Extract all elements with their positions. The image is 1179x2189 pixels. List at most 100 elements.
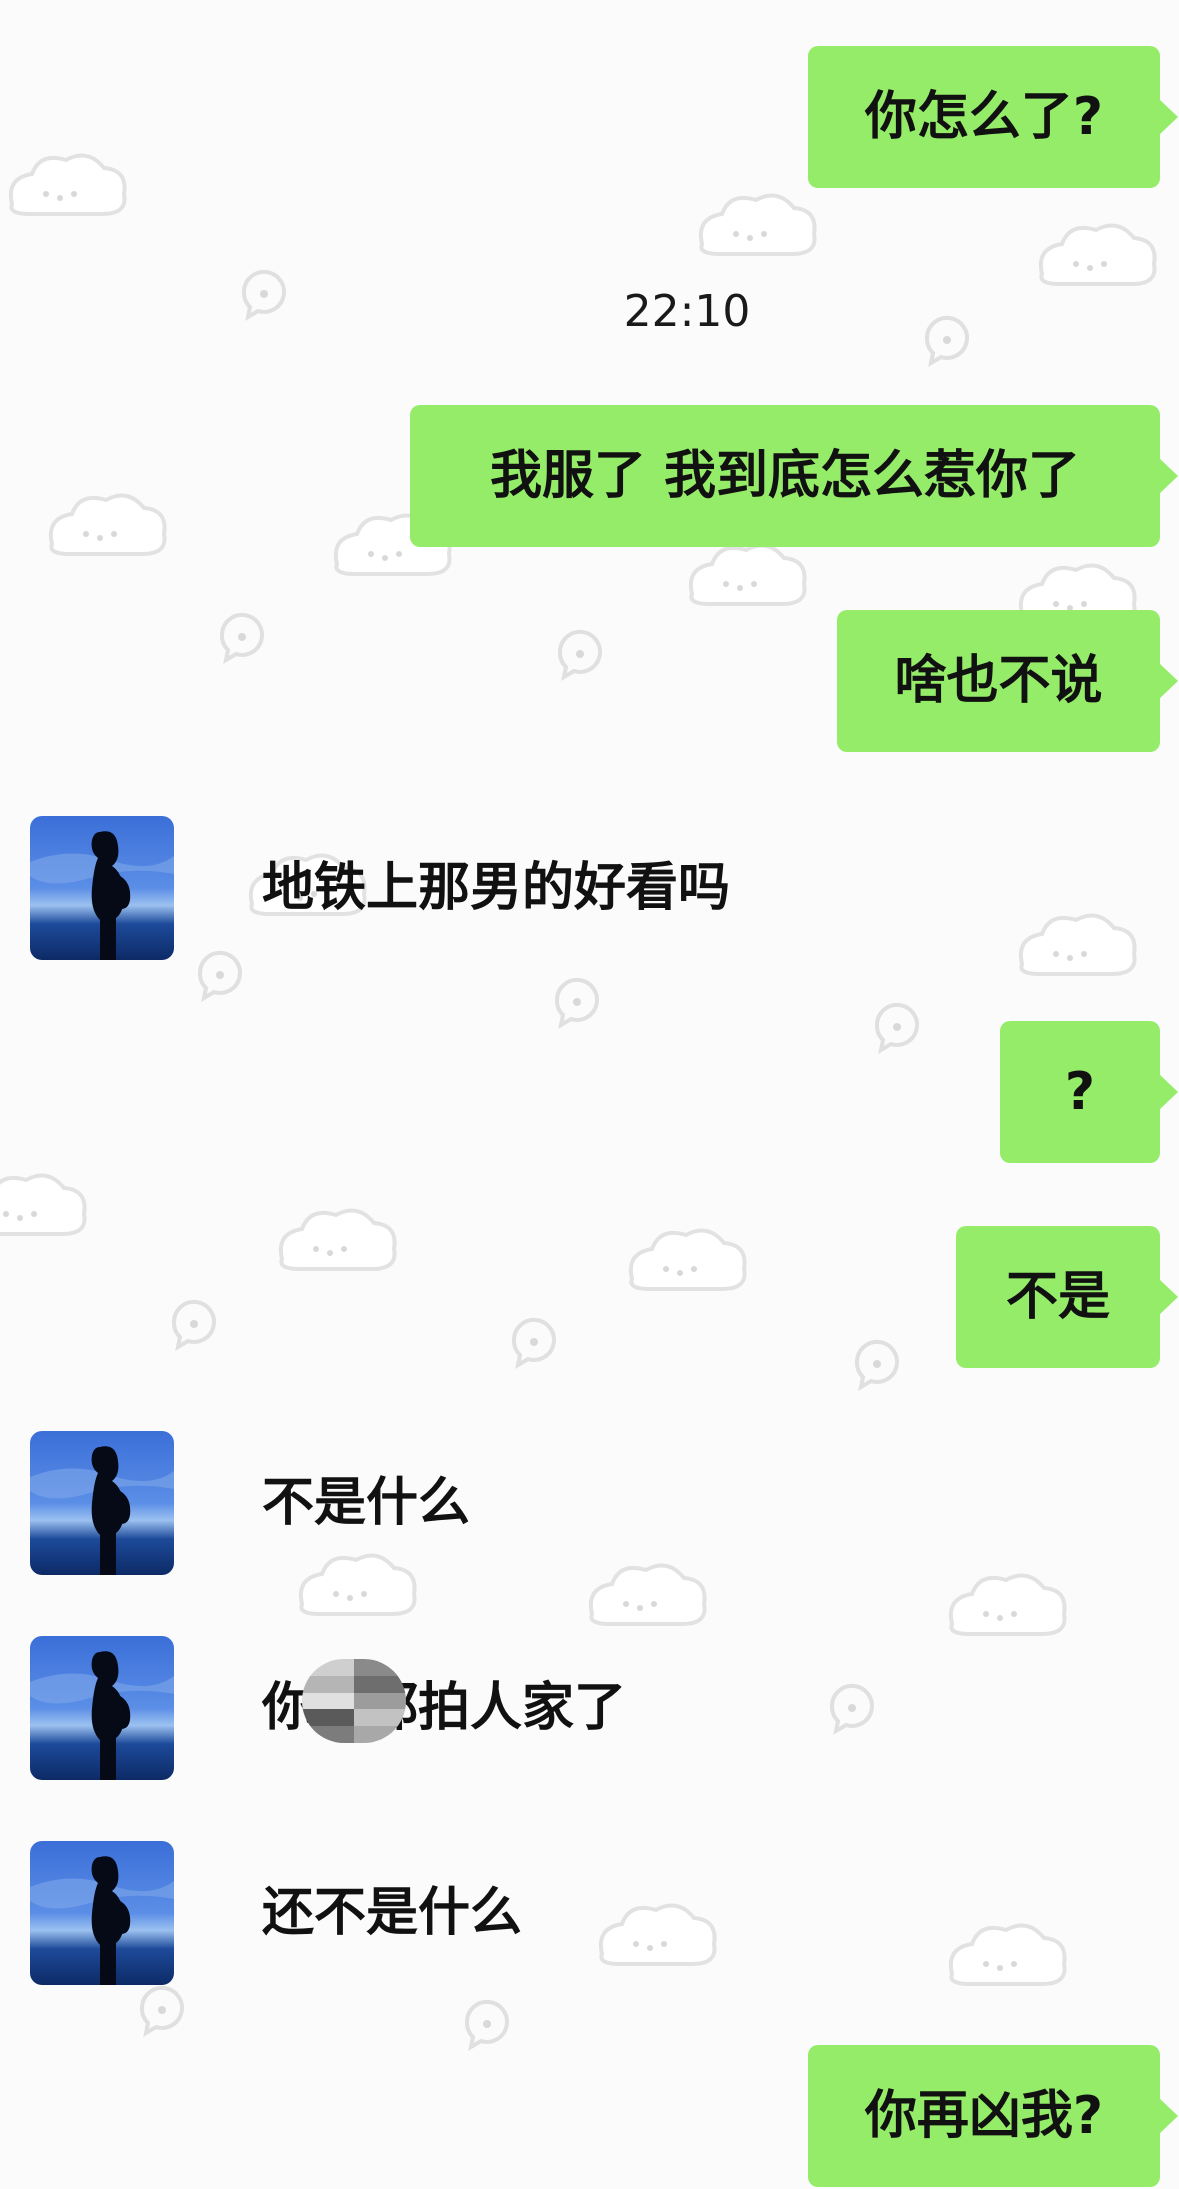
incoming-message-text[interactable]: 还不是什么 xyxy=(262,1887,522,1939)
message-text: 我服了 我到底怎么惹你了 xyxy=(489,446,1081,506)
cloud-doodle-icon xyxy=(49,493,167,556)
cloud-face-dot xyxy=(623,1601,629,1607)
cloud-doodle-icon xyxy=(279,1208,397,1271)
cloud-face-dot xyxy=(83,531,89,537)
mosaic-tile xyxy=(354,1675,372,1693)
blob-face-dot xyxy=(848,1704,856,1712)
outgoing-message-bubble[interactable]: 我服了 我到底怎么惹你了 xyxy=(410,405,1178,547)
mosaic-blur-icon xyxy=(302,1659,406,1743)
cloud-face-dot xyxy=(97,535,103,541)
cloud-face-dot xyxy=(341,1246,347,1252)
silhouette-avatar-icon xyxy=(30,1841,174,1985)
cloud-face-dot xyxy=(1011,1611,1017,1617)
cloud-face-dot xyxy=(1101,261,1107,267)
cloud-face-dot xyxy=(663,1266,669,1272)
cloud-face-dot xyxy=(43,191,49,197)
cloud-doodle-icon xyxy=(629,1228,747,1291)
incoming-message-text[interactable]: 地铁上那男的好看吗 xyxy=(262,862,730,914)
cloud-face-dot xyxy=(1067,955,1073,961)
blob-face-dot xyxy=(530,1338,538,1346)
cloud-doodle-icon xyxy=(299,1553,417,1616)
cloud-face-dot xyxy=(723,581,729,587)
contact-avatar[interactable] xyxy=(30,816,174,960)
timestamp-text: 22:10 xyxy=(623,286,751,337)
mosaic-tile xyxy=(336,1675,354,1693)
outgoing-message-bubble[interactable]: 不是 xyxy=(956,1226,1178,1368)
outgoing-message-bubble[interactable]: 你怎么了? xyxy=(808,46,1178,188)
cloud-face-dot xyxy=(333,1591,339,1597)
cloud-face-dot xyxy=(637,1605,643,1611)
blob-face-dot xyxy=(483,2020,491,2028)
cloud-face-dot xyxy=(747,235,753,241)
cloud-doodle-icon xyxy=(0,1173,87,1236)
cloud-face-dot xyxy=(997,1965,1003,1971)
message-text: 你再凶我? xyxy=(864,2086,1104,2146)
cloud-face-dot xyxy=(751,581,757,587)
cloud-face-dot xyxy=(327,1250,333,1256)
cloud-doodle-icon xyxy=(689,543,807,606)
blob-face-dot xyxy=(576,650,584,658)
mosaic-tile xyxy=(371,1709,389,1727)
cloud-face-dot xyxy=(647,1945,653,1951)
cloud-face-dot xyxy=(1081,951,1087,957)
mosaic-tile xyxy=(354,1726,372,1743)
cloud-doodle-icon xyxy=(599,1903,717,1966)
cloud-doodle-icon xyxy=(1039,223,1157,286)
outgoing-message-bubble[interactable]: ? xyxy=(1000,1021,1178,1163)
cloud-doodle-icon xyxy=(949,1923,1067,1986)
mosaic-tile xyxy=(302,1692,320,1710)
cloud-face-dot xyxy=(1081,601,1087,607)
cloud-face-dot xyxy=(396,551,402,557)
blob-face-dot xyxy=(158,2006,166,2014)
cloud-face-dot xyxy=(368,551,374,557)
mosaic-tile xyxy=(336,1726,354,1743)
cloud-face-dot xyxy=(1053,951,1059,957)
cloud-face-dot xyxy=(361,1591,367,1597)
contact-avatar[interactable] xyxy=(30,1841,174,1985)
contact-avatar[interactable] xyxy=(30,1431,174,1575)
message-text: 你怎么了? xyxy=(864,87,1104,147)
cloud-face-dot xyxy=(761,231,767,237)
mosaic-tile xyxy=(354,1709,372,1727)
cloud-face-dot xyxy=(633,1941,639,1947)
mosaic-tile xyxy=(319,1675,337,1693)
mosaic-tile xyxy=(354,1692,372,1710)
cloud-face-dot xyxy=(1073,261,1079,267)
cloud-face-dot xyxy=(1087,265,1093,271)
silhouette-avatar-icon xyxy=(30,1636,174,1780)
outgoing-message-bubble[interactable]: 啥也不说 xyxy=(837,610,1178,752)
chat-timestamp: 22:10 xyxy=(0,286,1179,337)
cloud-face-dot xyxy=(1011,1961,1017,1967)
mosaic-tile xyxy=(319,1709,337,1727)
mosaic-tile xyxy=(371,1675,389,1693)
outgoing-message-bubble[interactable]: 你再凶我? xyxy=(808,2045,1178,2187)
mosaic-tile xyxy=(336,1709,354,1727)
cloud-face-dot xyxy=(997,1615,1003,1621)
blob-face-dot xyxy=(238,633,246,641)
blob-face-dot xyxy=(573,998,581,1006)
incoming-message-text[interactable]: 不是什么 xyxy=(262,1477,470,1529)
cloud-doodle-icon xyxy=(1019,913,1137,976)
cloud-face-dot xyxy=(31,1211,37,1217)
message-text: 不是 xyxy=(1005,1267,1110,1327)
cloud-doodle-icon xyxy=(699,193,817,256)
mosaic-tile xyxy=(319,1692,337,1710)
mosaic-tile xyxy=(388,1692,406,1710)
cloud-doodle-icon xyxy=(9,153,127,216)
cloud-face-dot xyxy=(1053,601,1059,607)
blob-face-dot xyxy=(190,1320,198,1328)
cloud-face-dot xyxy=(733,231,739,237)
mosaic-tile xyxy=(336,1659,354,1676)
silhouette-avatar-icon xyxy=(30,1431,174,1575)
cloud-face-dot xyxy=(382,555,388,561)
mosaic-tile xyxy=(354,1659,372,1676)
cloud-face-dot xyxy=(71,191,77,197)
cloud-face-dot xyxy=(677,1270,683,1276)
contact-avatar[interactable] xyxy=(30,1636,174,1780)
cloud-face-dot xyxy=(651,1601,657,1607)
cloud-doodle-icon xyxy=(949,1573,1067,1636)
cloud-face-dot xyxy=(313,1246,319,1252)
message-text: ? xyxy=(1064,1062,1096,1122)
silhouette-avatar-icon xyxy=(30,816,174,960)
cloud-face-dot xyxy=(57,195,63,201)
